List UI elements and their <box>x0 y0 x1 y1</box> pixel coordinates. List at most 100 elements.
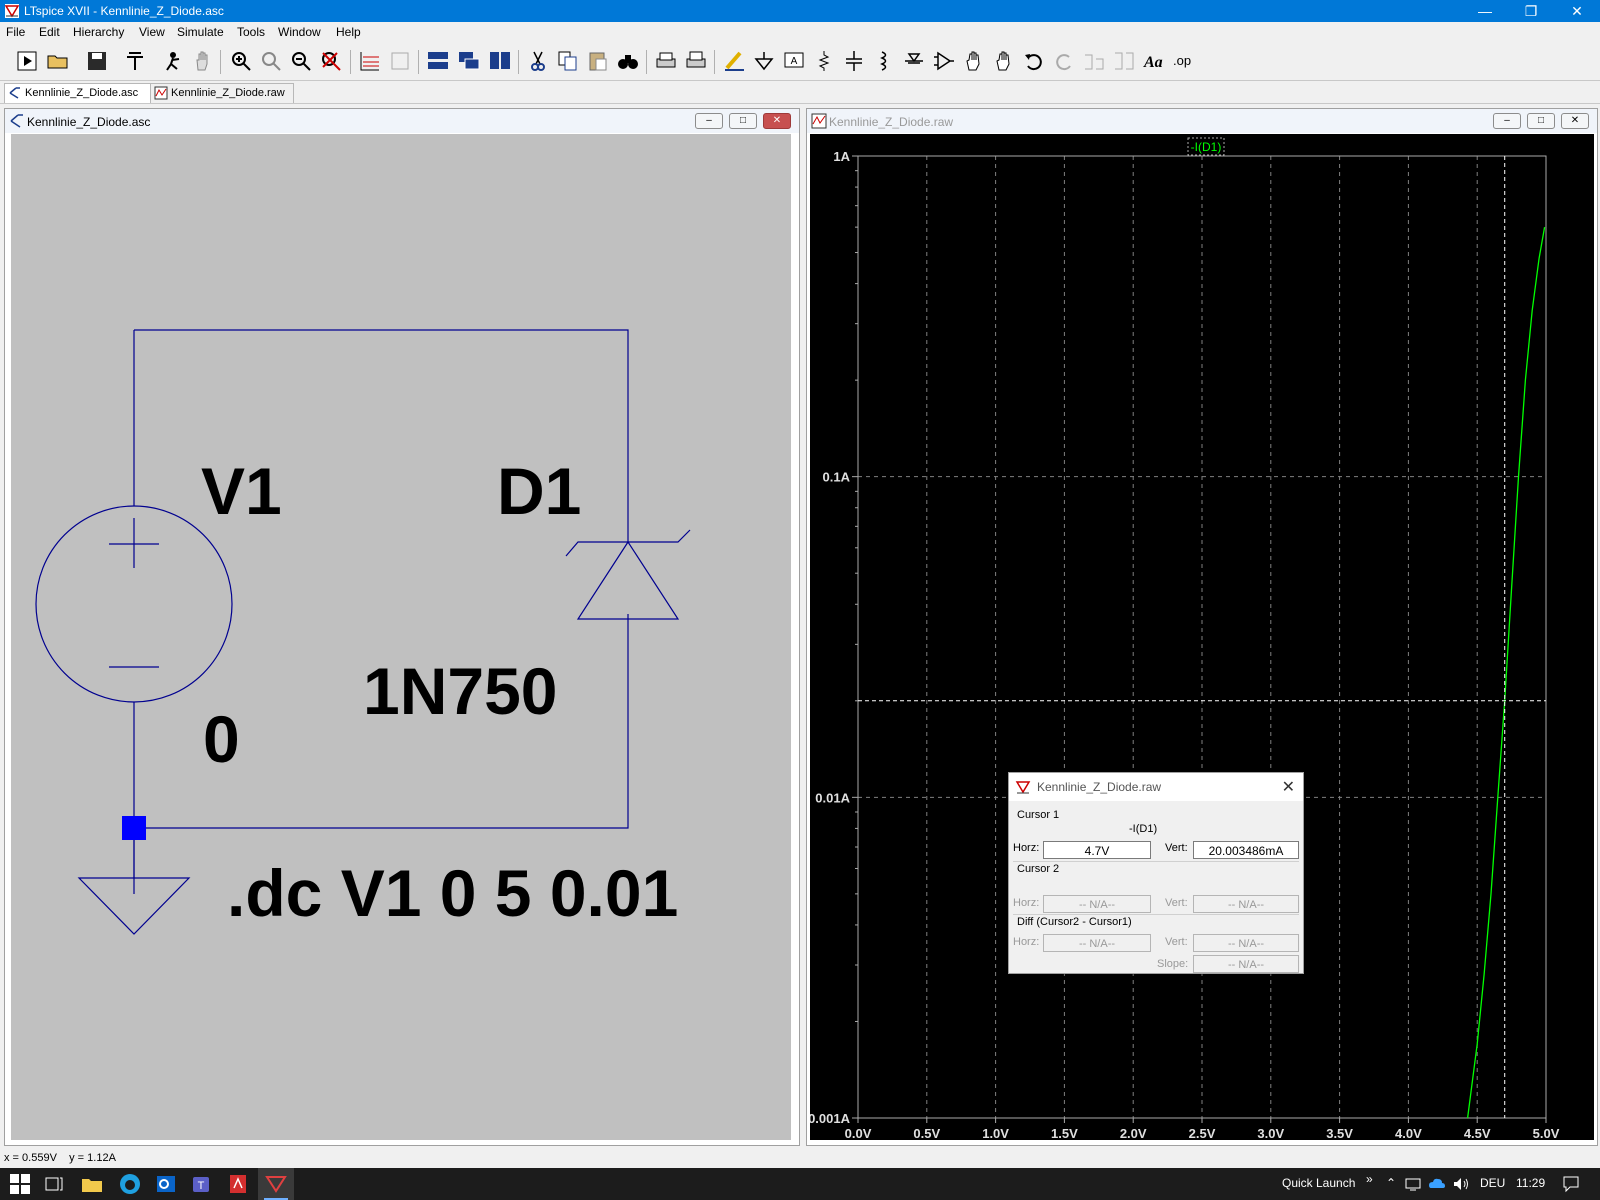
label-net-icon[interactable]: A <box>781 48 807 74</box>
copy-icon[interactable] <box>555 48 581 74</box>
autorange-icon[interactable] <box>357 48 383 74</box>
diode-label[interactable]: D1 <box>497 454 581 528</box>
pan-hand-icon[interactable] <box>190 48 216 74</box>
input-language[interactable]: DEU <box>1480 1176 1505 1190</box>
file-explorer-icon[interactable] <box>80 1172 104 1196</box>
close-icon[interactable]: ✕ <box>1282 777 1295 797</box>
menu-window[interactable]: Window <box>278 25 321 39</box>
menu-view[interactable]: View <box>139 25 165 39</box>
cursor2-horz-field: -- N/A-- <box>1043 895 1151 913</box>
diode-model-label[interactable]: 1N750 <box>363 654 558 728</box>
rotate-icon[interactable] <box>1081 48 1107 74</box>
minimize-button[interactable]: – <box>1493 113 1521 129</box>
ltspice-app-icon <box>4 4 20 18</box>
diode-icon[interactable] <box>901 48 927 74</box>
plot-pane[interactable]: 0.0V 0.5V 1.0V 1.5V 2.0V 2.5V 3.0V 3.5V 4.0V 4.5V… <box>808 134 1594 1141</box>
move-hand-icon[interactable] <box>961 48 987 74</box>
traces <box>1466 226 1546 1119</box>
source-label[interactable]: V1 <box>201 454 282 528</box>
trace-label[interactable]: -I(D1) <box>1191 140 1222 154</box>
tile-horizontal-icon[interactable] <box>425 48 451 74</box>
tile-vertical-icon[interactable] <box>487 48 513 74</box>
print-setup-icon[interactable] <box>683 48 709 74</box>
toolbar-separator <box>220 50 221 74</box>
notifications-icon[interactable] <box>1562 1175 1580 1193</box>
delete-trace-icon[interactable] <box>387 48 413 74</box>
toolbar-separator <box>518 50 519 74</box>
close-button[interactable]: ✕ <box>1554 0 1600 22</box>
undo-icon[interactable] <box>1021 48 1047 74</box>
clock[interactable]: 11:29 <box>1516 1176 1545 1190</box>
schematic-canvas[interactable]: V1 D1 1N750 0 .dc V1 0 5 0.01 <box>11 134 791 1140</box>
windows-start-icon[interactable] <box>8 1172 32 1196</box>
tab-schematic[interactable]: Kennlinie_Z_Diode.asc <box>4 83 154 103</box>
y-axis-ticks: 1A 0.1A 0.01A 0.001A <box>808 149 858 1126</box>
zoom-out-icon[interactable] <box>288 48 314 74</box>
pdf-reader-icon[interactable] <box>226 1172 250 1196</box>
cursor1-horz-field[interactable]: 4.7V <box>1043 841 1151 859</box>
inductor-icon[interactable] <box>871 48 897 74</box>
network-icon[interactable] <box>1404 1176 1422 1192</box>
capacitor-icon[interactable] <box>841 48 867 74</box>
cursor1-heading: Cursor 1 <box>1017 809 1060 821</box>
menu-file[interactable]: File <box>6 25 25 39</box>
svg-text:Aa: Aa <box>1143 54 1163 71</box>
zoom-fit-icon[interactable] <box>258 48 284 74</box>
outlook-icon[interactable] <box>154 1172 178 1196</box>
mirror-icon[interactable] <box>1111 48 1137 74</box>
task-view-icon[interactable] <box>42 1172 66 1196</box>
y-tick-label: 0.001A <box>810 1111 851 1126</box>
cursor1-vert-label: Vert: <box>1165 842 1188 854</box>
diff-heading: Diff (Cursor2 - Cursor1) <box>1017 916 1132 928</box>
text-icon[interactable]: Aa <box>1141 48 1167 74</box>
volume-icon[interactable] <box>1452 1176 1470 1192</box>
run-icon[interactable] <box>14 48 40 74</box>
resistor-icon[interactable] <box>811 48 837 74</box>
close-button[interactable]: ✕ <box>763 113 791 129</box>
cut-icon[interactable] <box>525 48 551 74</box>
trace-label-group: -I(D1) <box>1187 137 1225 156</box>
open-folder-icon[interactable] <box>45 48 71 74</box>
spice-directive[interactable]: .dc V1 0 5 0.01 <box>227 856 678 930</box>
cascade-icon[interactable] <box>456 48 482 74</box>
y-tick-label: 0.1A <box>823 470 851 485</box>
show-hidden-icons-icon[interactable]: ⌃ <box>1386 1176 1396 1190</box>
halt-icon[interactable] <box>160 48 186 74</box>
edge-browser-icon[interactable] <box>118 1172 142 1196</box>
chevron-right-icon[interactable]: » <box>1366 1172 1373 1186</box>
quick-launch-label[interactable]: Quick Launch <box>1282 1176 1355 1190</box>
menu-hierarchy[interactable]: Hierarchy <box>73 25 124 39</box>
spice-directive-icon[interactable]: .op <box>1171 48 1197 74</box>
find-binoculars-icon[interactable] <box>615 48 641 74</box>
close-button[interactable]: ✕ <box>1561 113 1589 129</box>
tab-waveform[interactable]: Kennlinie_Z_Diode.raw <box>150 83 294 103</box>
print-icon[interactable] <box>653 48 679 74</box>
redo-icon[interactable] <box>1051 48 1077 74</box>
zoom-cancel-icon[interactable] <box>318 48 344 74</box>
menu-simulate[interactable]: Simulate <box>177 25 224 39</box>
restore-button[interactable]: □ <box>729 113 757 129</box>
drag-hand-icon[interactable] <box>991 48 1017 74</box>
teams-icon[interactable]: T <box>190 1172 214 1196</box>
paste-icon[interactable] <box>585 48 611 74</box>
ground-icon[interactable] <box>751 48 777 74</box>
restore-button[interactable]: □ <box>1527 113 1555 129</box>
zoom-in-icon[interactable] <box>228 48 254 74</box>
svg-text:A: A <box>791 56 798 67</box>
menu-help[interactable]: Help <box>336 25 361 39</box>
menu-tools[interactable]: Tools <box>237 25 265 39</box>
draw-wire-icon[interactable] <box>721 48 747 74</box>
restore-button[interactable]: ❐ <box>1508 0 1554 22</box>
zener-diode-symbol <box>576 540 680 620</box>
minimize-button[interactable]: — <box>1462 0 1508 22</box>
component-icon[interactable] <box>931 48 957 74</box>
cursor1-vert-field[interactable]: 20.003486mA <box>1193 841 1299 859</box>
source-value-label[interactable]: 0 <box>203 702 240 776</box>
menu-edit[interactable]: Edit <box>39 25 60 39</box>
diff-slope-field: -- N/A-- <box>1193 955 1299 973</box>
ltspice-taskbar-icon[interactable] <box>264 1172 288 1196</box>
minimize-button[interactable]: – <box>695 113 723 129</box>
control-panel-icon[interactable] <box>122 48 148 74</box>
onedrive-cloud-icon[interactable] <box>1428 1176 1446 1192</box>
save-icon[interactable] <box>84 48 110 74</box>
